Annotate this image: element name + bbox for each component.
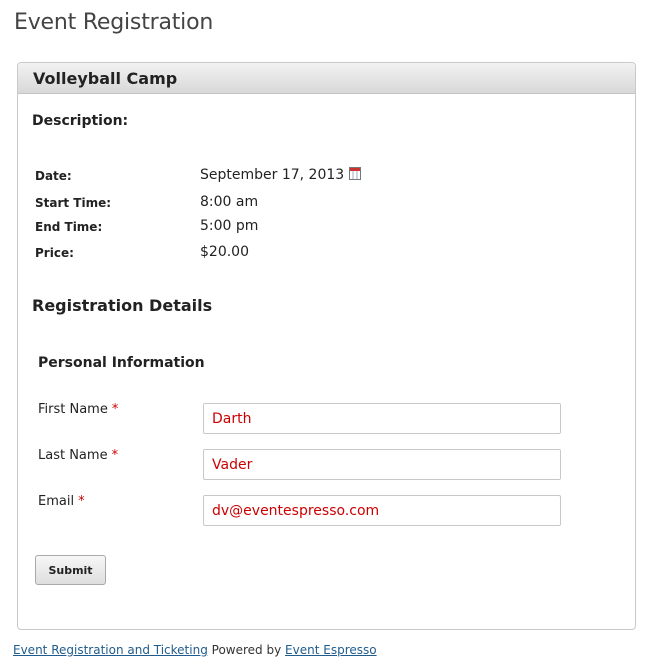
last-name-label-text: Last Name: [38, 448, 108, 463]
detail-value: September 17, 2013: [200, 167, 362, 183]
footer: Event Registration and Ticketing Powered…: [13, 643, 377, 657]
last-name-field[interactable]: [203, 449, 561, 480]
detail-value: 8:00 am: [200, 194, 259, 210]
detail-row-price: Price: $20.00: [35, 244, 595, 266]
detail-row-end-time: End Time: 5:00 pm: [35, 218, 595, 240]
first-name-label: First Name *: [38, 402, 118, 417]
email-label: Email *: [38, 494, 85, 509]
detail-value: 5:00 pm: [200, 218, 259, 234]
personal-information-title: Personal Information: [38, 355, 205, 371]
registration-details-title: Registration Details: [32, 296, 213, 315]
detail-label: Start Time:: [35, 196, 112, 210]
detail-value: $20.00: [200, 244, 249, 260]
email-field[interactable]: [203, 495, 561, 526]
event-espresso-link[interactable]: Event Espresso: [285, 643, 377, 657]
last-name-label: Last Name *: [38, 448, 118, 463]
description-label: Description:: [32, 113, 129, 129]
event-registration-link[interactable]: Event Registration and Ticketing: [13, 643, 208, 657]
first-name-field[interactable]: [203, 403, 561, 434]
required-marker: *: [111, 402, 119, 417]
detail-row-start-time: Start Time: 8:00 am: [35, 194, 595, 216]
detail-row-date: Date: September 17, 2013: [35, 167, 595, 189]
event-header: Volleyball Camp: [18, 63, 635, 94]
detail-label: Date:: [35, 169, 72, 183]
date-value: September 17, 2013: [200, 167, 345, 183]
required-marker: *: [78, 494, 85, 509]
detail-label: End Time:: [35, 220, 103, 234]
calendar-icon[interactable]: [349, 167, 362, 180]
first-name-label-text: First Name: [38, 402, 108, 417]
submit-button[interactable]: Submit: [35, 555, 106, 585]
detail-label: Price:: [35, 246, 74, 260]
required-marker: *: [111, 448, 119, 463]
event-name: Volleyball Camp: [33, 69, 178, 88]
event-box: Volleyball Camp Description: Date: Septe…: [17, 62, 636, 630]
page-title: Event Registration: [14, 10, 214, 35]
email-label-text: Email: [38, 494, 75, 509]
powered-by-text: Powered by: [211, 643, 282, 657]
